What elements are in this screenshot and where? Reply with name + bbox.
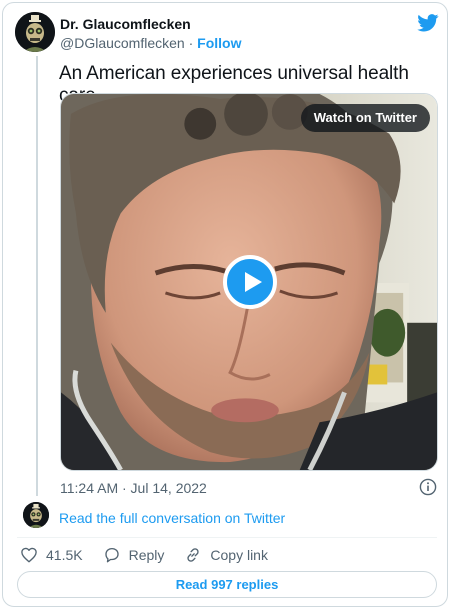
read-replies-button[interactable]: Read 997 replies bbox=[17, 571, 437, 598]
author-avatar[interactable] bbox=[15, 12, 55, 52]
link-icon bbox=[187, 548, 200, 562]
divider bbox=[17, 537, 437, 538]
like-button[interactable]: 41.5K bbox=[20, 546, 83, 564]
copy-link-label: Copy link bbox=[210, 547, 268, 563]
thread-line bbox=[36, 56, 38, 496]
speech-bubble-icon bbox=[104, 547, 119, 563]
video-thumbnail[interactable]: Watch on Twitter bbox=[60, 93, 438, 471]
tweet-timestamp[interactable]: 11:24 AM · Jul 14, 2022 bbox=[60, 480, 207, 496]
handle-separator: · bbox=[184, 35, 198, 51]
author-name[interactable]: Dr. Glaucomflecken bbox=[60, 16, 191, 32]
conversation-avatar[interactable] bbox=[23, 502, 49, 528]
action-bar: 41.5K Reply Copy link bbox=[20, 545, 288, 565]
reply-button[interactable]: Reply bbox=[103, 546, 165, 564]
read-full-conversation-link[interactable]: Read the full conversation on Twitter bbox=[59, 510, 285, 526]
info-icon[interactable] bbox=[419, 478, 437, 496]
heart-icon bbox=[21, 547, 37, 563]
tweet-embed-card: Dr. Glaucomflecken @DGlaucomflecken · Fo… bbox=[2, 2, 448, 607]
author-handle-line: @DGlaucomflecken · Follow bbox=[60, 35, 241, 51]
like-count: 41.5K bbox=[46, 547, 83, 563]
reply-label: Reply bbox=[128, 547, 165, 563]
twitter-bird-icon[interactable] bbox=[417, 14, 439, 32]
play-button[interactable] bbox=[223, 255, 277, 309]
play-icon bbox=[245, 272, 262, 292]
follow-link[interactable]: Follow bbox=[197, 35, 241, 51]
copy-link-button[interactable]: Copy link bbox=[184, 546, 268, 564]
watch-on-twitter-button[interactable]: Watch on Twitter bbox=[300, 104, 430, 132]
author-handle[interactable]: @DGlaucomflecken bbox=[60, 35, 185, 51]
